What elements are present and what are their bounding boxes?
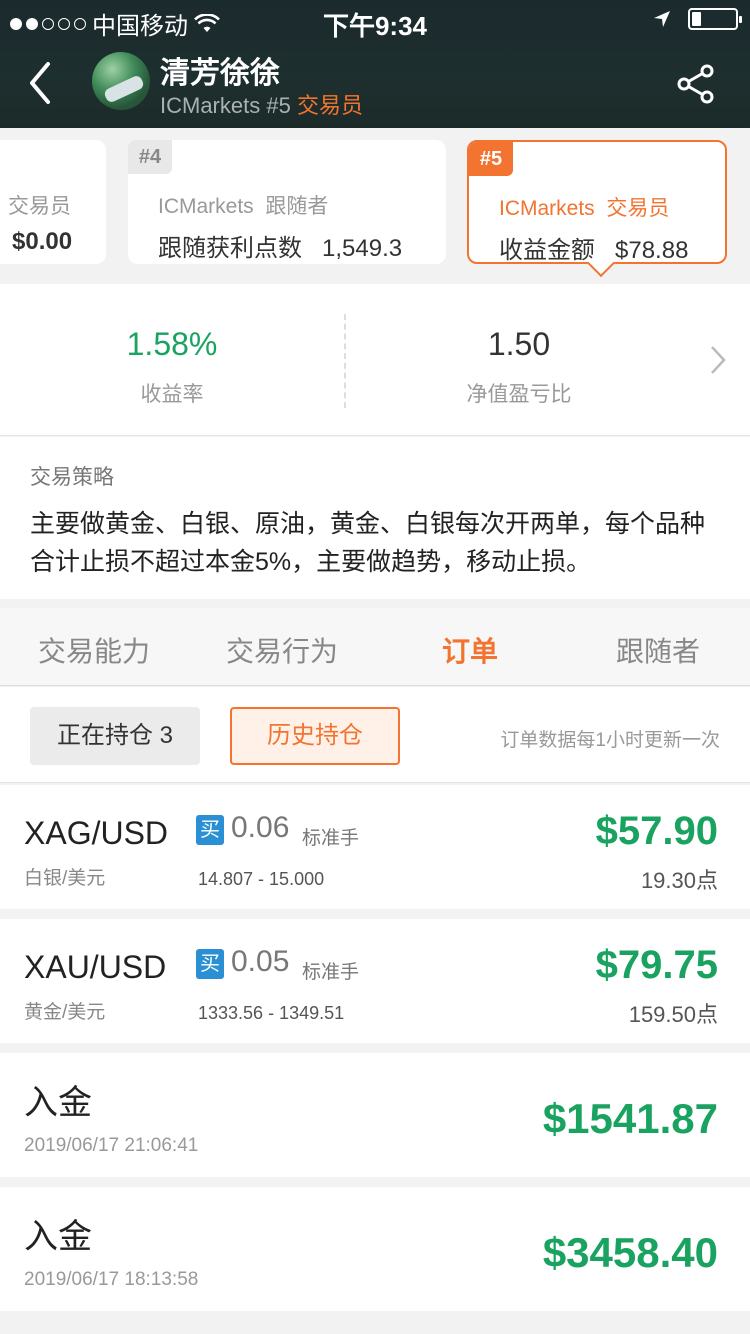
card-metric: 跟随获利点数 1,549.3 bbox=[158, 228, 402, 263]
card-role: 跟随者 bbox=[265, 195, 329, 218]
trader-subtitle: ICMarkets #5 交易员 bbox=[160, 88, 363, 120]
card-account: ICMarkets 交易员 bbox=[499, 192, 669, 222]
card-metric-value: 1,549.3 bbox=[322, 235, 403, 262]
trading-strategy: 交易策略 主要做黄金、白银、原油，黄金、白银每次开两单，每个品种合计止损不超过本… bbox=[0, 437, 750, 599]
order-lots: 0.06 bbox=[231, 811, 290, 844]
deposit-title: 入金 bbox=[24, 1218, 92, 1256]
performance-stats[interactable]: 1.58% 收益率 1.50 净值盈亏比 bbox=[0, 284, 750, 436]
order-row[interactable]: XAG/USD 白银/美元 买 0.06 标准手 14.807 - 15.000… bbox=[0, 785, 750, 909]
order-lots-unit: 标准手 bbox=[302, 962, 360, 983]
deposit-amount: $1541.87 bbox=[542, 1095, 718, 1142]
open-positions-button[interactable]: 正在持仓 3 bbox=[30, 707, 200, 765]
tab-bar: 交易能力 交易行为 订单 跟随者 bbox=[0, 608, 750, 686]
back-arrow-icon[interactable] bbox=[22, 58, 62, 108]
order-price-range: 1333.56 - 1349.51 bbox=[198, 1003, 345, 1023]
chevron-right-icon[interactable] bbox=[708, 344, 728, 376]
strategy-title: 交易策略 bbox=[30, 466, 114, 489]
buy-badge: 买 bbox=[196, 949, 224, 979]
rank-badge: #4 bbox=[128, 140, 172, 174]
deposit-row[interactable]: 入金 2019/06/17 21:06:41 $1541.87 bbox=[0, 1053, 750, 1177]
deposit-row[interactable]: 入金 2019/06/17 18:13:58 $3458.40 bbox=[0, 1187, 750, 1311]
card-metric-label: 跟随获利点数 bbox=[158, 235, 302, 262]
tab-followers[interactable]: 跟随者 bbox=[564, 630, 750, 670]
card-broker: ICMarkets bbox=[499, 197, 595, 220]
card-metric-label: 收益金额 bbox=[499, 237, 595, 264]
order-lots: 0.05 bbox=[231, 945, 290, 978]
status-right bbox=[652, 8, 742, 30]
battery-level bbox=[692, 12, 701, 26]
history-positions-button[interactable]: 历史持仓 bbox=[230, 707, 400, 765]
update-frequency-note: 订单数据每1小时更新一次 bbox=[500, 730, 720, 751]
order-instrument-name: 黄金/美元 bbox=[24, 1002, 106, 1023]
clock: 下午9:34 bbox=[322, 11, 428, 41]
trader-role: 交易员 bbox=[296, 93, 363, 118]
deposit-title: 入金 bbox=[24, 1084, 92, 1122]
rank-badge: #5 bbox=[469, 142, 513, 176]
account-card[interactable]: 交易员 $0.00 bbox=[0, 140, 106, 264]
card-metric: 收益金额 $78.88 bbox=[499, 230, 688, 265]
order-profit: $57.90 bbox=[595, 809, 718, 853]
order-profit: $79.75 bbox=[595, 943, 718, 987]
account-card-selected[interactable]: #5 ICMarkets 交易员 收益金额 $78.88 bbox=[467, 140, 727, 264]
deposit-amount: $3458.40 bbox=[542, 1229, 718, 1276]
card-metric-value: $78.88 bbox=[615, 237, 689, 264]
tab-trading-ability[interactable]: 交易能力 bbox=[0, 630, 188, 670]
card-broker: ICMarkets bbox=[158, 195, 254, 218]
order-price-range: 14.807 - 15.000 bbox=[198, 869, 325, 889]
broker-name: ICMarkets bbox=[160, 93, 261, 118]
card-value: $0.00 bbox=[12, 228, 73, 255]
share-icon[interactable] bbox=[674, 62, 718, 106]
order-points: 159.50点 bbox=[628, 1002, 718, 1027]
order-symbol: XAU/USD bbox=[24, 949, 167, 985]
tab-trading-behavior[interactable]: 交易行为 bbox=[188, 630, 376, 670]
deposit-date: 2019/06/17 21:06:41 bbox=[24, 1135, 199, 1156]
order-filters: 正在持仓 3 历史持仓 订单数据每1小时更新一次 bbox=[0, 687, 750, 783]
order-points: 19.30点 bbox=[640, 868, 718, 893]
order-row[interactable]: XAU/USD 黄金/美元 买 0.05 标准手 1333.56 - 1349.… bbox=[0, 919, 750, 1043]
status-bar: 中国移动 下午9:34 bbox=[0, 0, 750, 41]
nav-ratio-value: 1.50 bbox=[487, 326, 551, 362]
trader-name: 清芳徐徐 bbox=[160, 57, 280, 90]
order-symbol: XAG/USD bbox=[24, 815, 169, 851]
deposit-date: 2019/06/17 18:13:58 bbox=[24, 1269, 199, 1290]
profile-header: 中国移动 下午9:34 清芳徐徐 ICMarkets #5 交易员 bbox=[0, 0, 750, 128]
stats-divider bbox=[344, 314, 346, 408]
buy-badge: 买 bbox=[196, 815, 224, 845]
nav-ratio-label: 净值盈亏比 bbox=[466, 383, 572, 406]
tab-orders[interactable]: 订单 bbox=[376, 630, 564, 670]
account-card[interactable]: #4 ICMarkets 跟随者 跟随获利点数 1,549.3 bbox=[128, 140, 446, 264]
account-cards: 交易员 $0.00 #4 ICMarkets 跟随者 跟随获利点数 1,549.… bbox=[0, 128, 750, 284]
card-role: 交易员 bbox=[606, 197, 670, 220]
order-instrument-name: 白银/美元 bbox=[24, 868, 106, 889]
battery-icon bbox=[688, 8, 742, 30]
strategy-text: 主要做黄金、白银、原油，黄金、白银每次开两单，每个品种合计止损不超过本金5%，主… bbox=[30, 510, 706, 576]
order-lots-unit: 标准手 bbox=[302, 828, 360, 849]
card-account: ICMarkets 跟随者 bbox=[158, 190, 328, 220]
trader-rank: #5 bbox=[266, 93, 291, 118]
avatar[interactable] bbox=[92, 52, 150, 110]
return-rate-value: 1.58% bbox=[126, 326, 218, 362]
card-role: 交易员 bbox=[8, 195, 71, 218]
return-rate-label: 收益率 bbox=[140, 383, 204, 406]
location-arrow-icon bbox=[654, 11, 670, 27]
